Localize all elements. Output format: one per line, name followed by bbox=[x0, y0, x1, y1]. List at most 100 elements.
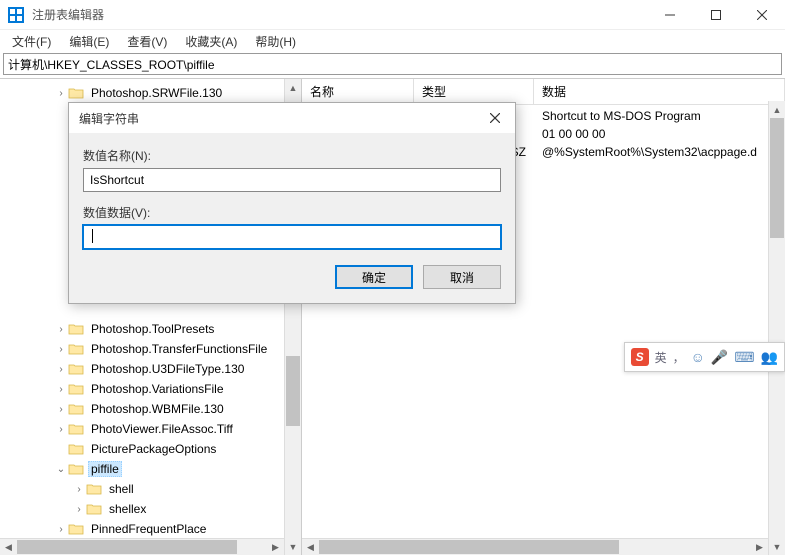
chevron-down-icon[interactable]: ⌄ bbox=[54, 464, 68, 475]
scroll-thumb[interactable] bbox=[770, 118, 784, 238]
tree-item[interactable]: ›Photoshop.U3DFileType.130 bbox=[0, 359, 301, 379]
ime-lang[interactable]: 英 bbox=[655, 349, 667, 366]
close-icon bbox=[490, 113, 500, 123]
scroll-up-icon[interactable]: ▲ bbox=[769, 101, 785, 118]
chevron-right-icon[interactable]: › bbox=[54, 384, 68, 395]
tree-item-label: Photoshop.ToolPresets bbox=[88, 321, 217, 337]
menu-help[interactable]: 帮助(H) bbox=[247, 31, 304, 52]
tree-item-label: shell bbox=[106, 481, 137, 497]
scroll-up-icon[interactable]: ▲ bbox=[285, 79, 301, 96]
chevron-right-icon[interactable]: › bbox=[54, 324, 68, 335]
ime-emoji-icon[interactable]: ☺ bbox=[691, 349, 705, 365]
value-name-input[interactable] bbox=[83, 168, 501, 192]
ime-keyboard-icon[interactable]: ⌨ bbox=[734, 349, 754, 366]
folder-icon bbox=[68, 442, 84, 456]
menu-favorites[interactable]: 收藏夹(A) bbox=[177, 31, 245, 52]
window-titlebar: 注册表编辑器 bbox=[0, 0, 785, 30]
address-bar[interactable]: 计算机\HKEY_CLASSES_ROOT\piffile bbox=[3, 53, 782, 75]
dialog-title: 编辑字符串 bbox=[79, 110, 475, 127]
folder-icon bbox=[68, 342, 84, 356]
tree-item[interactable]: ⌄ piffile bbox=[0, 459, 301, 479]
scroll-track-h[interactable] bbox=[17, 539, 267, 555]
folder-icon bbox=[86, 482, 102, 496]
minimize-icon bbox=[665, 10, 675, 20]
folder-icon bbox=[68, 462, 84, 476]
tree-item-label: Photoshop.TransferFunctionsFile bbox=[88, 341, 270, 357]
tree-item-label: Photoshop.WBMFile.130 bbox=[88, 401, 227, 417]
scroll-track[interactable] bbox=[769, 118, 785, 538]
tree-item-label: piffile bbox=[88, 461, 122, 477]
tree-scrollbar-horizontal[interactable]: ◀ ▶ bbox=[0, 538, 284, 555]
address-path: 计算机\HKEY_CLASSES_ROOT\piffile bbox=[8, 56, 215, 73]
tree-item[interactable]: ›Photoshop.SRWFile.130 bbox=[0, 83, 301, 103]
cell-data: @%SystemRoot%\System32\acppage.d bbox=[534, 145, 785, 159]
ime-toolbar[interactable]: S 英 ， ☺ 🎤 ⌨ 👥 bbox=[624, 342, 785, 372]
folder-icon bbox=[68, 362, 84, 376]
folder-icon bbox=[86, 502, 102, 516]
ime-punct[interactable]: ， bbox=[673, 349, 685, 366]
chevron-right-icon[interactable]: › bbox=[54, 88, 68, 99]
maximize-button[interactable] bbox=[693, 0, 739, 30]
tree-item[interactable]: PicturePackageOptions bbox=[0, 439, 301, 459]
tree-item[interactable]: › Photoshop.WBMFile.130 bbox=[0, 399, 301, 419]
chevron-right-icon[interactable]: › bbox=[54, 344, 68, 355]
window-title: 注册表编辑器 bbox=[32, 6, 647, 23]
col-header-data[interactable]: 数据 bbox=[534, 79, 785, 104]
value-data-input[interactable] bbox=[83, 225, 501, 249]
menu-edit[interactable]: 编辑(E) bbox=[61, 31, 117, 52]
scroll-track-h[interactable] bbox=[319, 539, 751, 555]
tree-item-label: Photoshop.VariationsFile bbox=[88, 381, 227, 397]
cancel-button[interactable]: 取消 bbox=[423, 265, 501, 289]
ok-button[interactable]: 确定 bbox=[335, 265, 413, 289]
chevron-right-icon[interactable]: › bbox=[54, 524, 68, 535]
ime-voice-icon[interactable]: 🎤 bbox=[711, 349, 728, 366]
tree-item[interactable]: › Photoshop.ToolPresets bbox=[0, 319, 301, 339]
scroll-left-icon[interactable]: ◀ bbox=[302, 539, 319, 555]
tree-item[interactable]: › shell bbox=[0, 479, 301, 499]
folder-icon bbox=[68, 86, 84, 100]
chevron-right-icon[interactable]: › bbox=[54, 364, 68, 375]
tree-item-label: PinnedFrequentPlace bbox=[88, 521, 209, 537]
tree-item[interactable]: ›PhotoViewer.FileAssoc.Tiff bbox=[0, 419, 301, 439]
col-header-type[interactable]: 类型 bbox=[414, 79, 534, 104]
tree-item-label: PicturePackageOptions bbox=[88, 441, 219, 457]
text-caret bbox=[92, 229, 93, 243]
ime-logo-icon[interactable]: S bbox=[631, 348, 649, 366]
tree-item[interactable]: › PinnedFrequentPlace bbox=[0, 519, 301, 539]
folder-icon bbox=[68, 422, 84, 436]
chevron-right-icon[interactable]: › bbox=[54, 424, 68, 435]
col-header-name[interactable]: 名称 bbox=[302, 79, 414, 104]
ime-user-icon[interactable]: 👥 bbox=[761, 349, 778, 366]
chevron-right-icon[interactable]: › bbox=[72, 484, 86, 495]
menu-file[interactable]: 文件(F) bbox=[4, 31, 59, 52]
folder-icon bbox=[68, 382, 84, 396]
dialog-titlebar[interactable]: 编辑字符串 bbox=[69, 103, 515, 133]
scroll-thumb[interactable] bbox=[286, 356, 300, 426]
scroll-right-icon[interactable]: ▶ bbox=[267, 539, 284, 555]
scroll-left-icon[interactable]: ◀ bbox=[0, 539, 17, 555]
cell-data: 01 00 00 00 bbox=[534, 127, 785, 141]
tree-item-label: shellex bbox=[106, 501, 149, 517]
tree-item[interactable]: › shellex bbox=[0, 499, 301, 519]
dialog-close-button[interactable] bbox=[475, 103, 515, 133]
folder-icon bbox=[68, 522, 84, 536]
maximize-icon bbox=[711, 10, 721, 20]
scroll-thumb-h[interactable] bbox=[319, 540, 619, 554]
app-icon bbox=[8, 7, 24, 23]
chevron-right-icon[interactable]: › bbox=[54, 404, 68, 415]
value-name-label: 数值名称(N): bbox=[83, 147, 501, 164]
cell-data: Shortcut to MS-DOS Program bbox=[534, 109, 785, 123]
tree-item[interactable]: › Photoshop.TransferFunctionsFile bbox=[0, 339, 301, 359]
scroll-right-icon[interactable]: ▶ bbox=[751, 539, 768, 555]
close-button[interactable] bbox=[739, 0, 785, 30]
menu-view[interactable]: 查看(V) bbox=[119, 31, 175, 52]
scroll-thumb-h[interactable] bbox=[17, 540, 237, 554]
tree-item[interactable]: › Photoshop.VariationsFile bbox=[0, 379, 301, 399]
chevron-right-icon[interactable]: › bbox=[72, 504, 86, 515]
list-scrollbar-horizontal[interactable]: ◀ ▶ bbox=[302, 538, 768, 555]
close-icon bbox=[757, 10, 767, 20]
list-scrollbar-vertical[interactable]: ▲ ▼ bbox=[768, 101, 785, 555]
minimize-button[interactable] bbox=[647, 0, 693, 30]
scroll-down-icon[interactable]: ▼ bbox=[769, 538, 785, 555]
scroll-down-icon[interactable]: ▼ bbox=[285, 538, 301, 555]
